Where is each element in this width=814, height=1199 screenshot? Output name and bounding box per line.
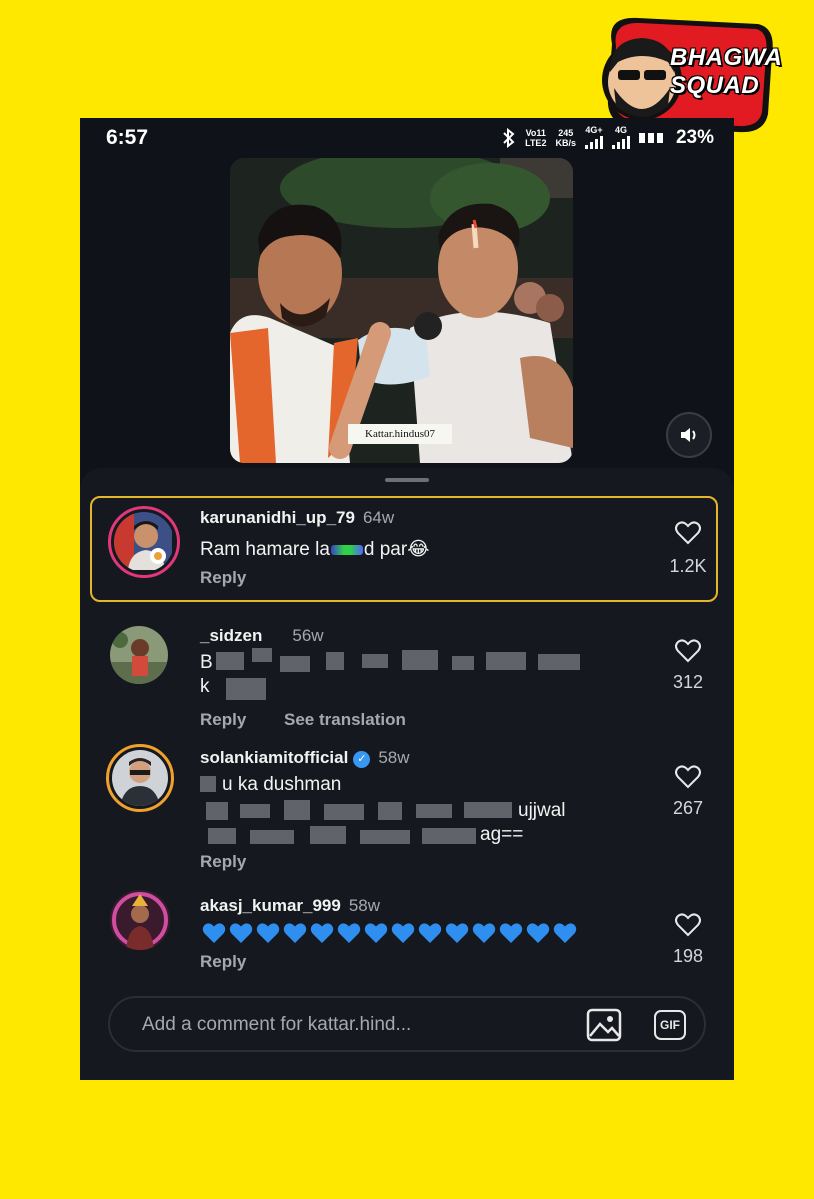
like-heart-icon[interactable] bbox=[674, 912, 702, 938]
signal-bars-icon bbox=[584, 135, 603, 149]
reply-button[interactable]: Reply bbox=[200, 710, 246, 730]
comment-age: 58w bbox=[348, 896, 381, 915]
pixelated-text bbox=[216, 648, 596, 704]
verified-badge-icon: ✓ bbox=[353, 751, 371, 768]
bluetooth-icon bbox=[503, 128, 515, 148]
username-text: akasj_kumar_999 bbox=[200, 896, 341, 915]
logo-wordmark: BHAGWA SQUAD bbox=[670, 44, 783, 100]
video-watermark: Kattar.hindus07 bbox=[348, 424, 452, 444]
reel-video[interactable]: Kattar.hindus07 bbox=[230, 158, 573, 463]
avatar[interactable] bbox=[106, 744, 174, 812]
blue-heart-emoji bbox=[256, 923, 280, 943]
status-time: 6:57 bbox=[106, 126, 149, 149]
comment-text-line: B bbox=[200, 652, 213, 673]
like-heart-icon[interactable] bbox=[674, 764, 702, 790]
like-count: 267 bbox=[672, 798, 704, 818]
comment-text-line: ujjwal bbox=[518, 800, 566, 821]
blue-hearts-emoji-row bbox=[202, 922, 580, 944]
speed-unit: KB/s bbox=[555, 138, 576, 148]
avatar-photo bbox=[112, 750, 168, 806]
like-heart-icon[interactable] bbox=[674, 638, 702, 664]
reply-button[interactable]: Reply bbox=[200, 852, 246, 872]
blue-heart-emoji bbox=[229, 923, 253, 943]
comment-text: Ram hamare la d par😂 bbox=[200, 538, 429, 561]
battery-percentage: 23% bbox=[675, 127, 714, 148]
reply-button[interactable]: Reply bbox=[200, 952, 246, 972]
username-text: solankiamitofficial bbox=[200, 748, 349, 767]
comment-text-line: k bbox=[200, 676, 210, 697]
username-text: _sidzen bbox=[200, 626, 263, 645]
comment-age: 56w bbox=[292, 626, 324, 645]
see-translation-button[interactable]: See translation bbox=[284, 710, 406, 730]
like-heart-icon[interactable] bbox=[674, 520, 702, 546]
sheet-drag-handle[interactable] bbox=[385, 478, 429, 482]
blue-heart-emoji bbox=[391, 923, 415, 943]
censor-mark bbox=[330, 544, 363, 555]
volte-label: Vo11 bbox=[525, 128, 546, 138]
logo-line-2: SQUAD bbox=[670, 72, 760, 99]
signal-bars-icon bbox=[611, 135, 630, 149]
avatar-image bbox=[112, 750, 168, 806]
status-icons: Vo11 LTE2 245 KB/s 4G+ 4G 23% bbox=[502, 125, 714, 151]
speed-value: 245 bbox=[558, 128, 574, 138]
reply-button[interactable]: Reply bbox=[200, 568, 246, 588]
video-frame bbox=[230, 158, 573, 463]
blue-heart-emoji bbox=[499, 923, 523, 943]
blue-heart-emoji bbox=[202, 923, 226, 943]
blue-heart-emoji bbox=[310, 923, 334, 943]
comment-username[interactable]: karunanidhi_up_79 64w bbox=[200, 508, 394, 528]
blue-heart-emoji bbox=[553, 923, 577, 943]
gif-picker-button[interactable]: GIF bbox=[654, 1010, 686, 1040]
comment-composer[interactable]: Add a comment for kattar.hind... GIF bbox=[108, 996, 706, 1052]
notification-dots-icon bbox=[638, 133, 663, 143]
like-count: 198 bbox=[672, 946, 704, 966]
blue-heart-emoji bbox=[283, 923, 307, 943]
avatar-photo bbox=[110, 890, 170, 950]
blue-heart-emoji bbox=[445, 923, 469, 943]
network-type-1: 4G+ bbox=[585, 125, 603, 135]
comment-text-part: d par😂 bbox=[363, 539, 430, 560]
network-type-2: 4G bbox=[614, 125, 627, 135]
comment-username[interactable]: akasj_kumar_999 58w bbox=[200, 896, 380, 916]
network-speed: 245 KB/s bbox=[555, 128, 576, 148]
avatar[interactable] bbox=[110, 626, 168, 684]
like-count: 312 bbox=[672, 672, 704, 692]
comment-username[interactable]: _sidzen 56w bbox=[200, 626, 324, 646]
signal-1: 4G+ bbox=[584, 125, 603, 151]
comment-text-part: Ram hamare la bbox=[200, 539, 330, 560]
blue-heart-emoji bbox=[472, 923, 496, 943]
avatar[interactable] bbox=[110, 890, 170, 950]
blue-heart-emoji bbox=[337, 923, 361, 943]
volte-indicator: Vo11 LTE2 bbox=[525, 128, 546, 148]
avatar-photo bbox=[110, 626, 168, 684]
lte-label: LTE2 bbox=[525, 138, 547, 148]
comment-age: 58w bbox=[378, 748, 410, 767]
comments-sheet: karunanidhi_up_79 64w Ram hamare la d par😂… bbox=[80, 468, 734, 1080]
logo-line-1: BHAGWA bbox=[670, 44, 783, 71]
pixelated-text bbox=[200, 772, 518, 852]
signal-2: 4G bbox=[611, 125, 630, 151]
blue-heart-emoji bbox=[418, 923, 442, 943]
image-picker-icon[interactable] bbox=[586, 1008, 622, 1042]
avatar-image bbox=[114, 512, 174, 572]
like-count: 1.2K bbox=[669, 556, 707, 576]
speaker-icon bbox=[681, 428, 696, 442]
sound-toggle-button[interactable] bbox=[666, 412, 712, 458]
avatar-photo bbox=[114, 512, 172, 570]
comment-age: 64w bbox=[362, 508, 395, 527]
comment-input-placeholder[interactable]: Add a comment for kattar.hind... bbox=[142, 1014, 411, 1036]
blue-heart-emoji bbox=[526, 923, 550, 943]
comment-username[interactable]: solankiamitofficial ✓ 58w bbox=[200, 748, 410, 768]
username-text: karunanidhi_up_79 bbox=[200, 508, 355, 527]
phone-screen: 6:57 Vo11 LTE2 245 KB/s 4G+ 4G 23% Katta… bbox=[80, 118, 734, 1080]
status-bar: 6:57 Vo11 LTE2 245 KB/s 4G+ 4G 23% bbox=[80, 118, 734, 158]
blue-heart-emoji bbox=[364, 923, 388, 943]
avatar[interactable] bbox=[108, 506, 180, 578]
